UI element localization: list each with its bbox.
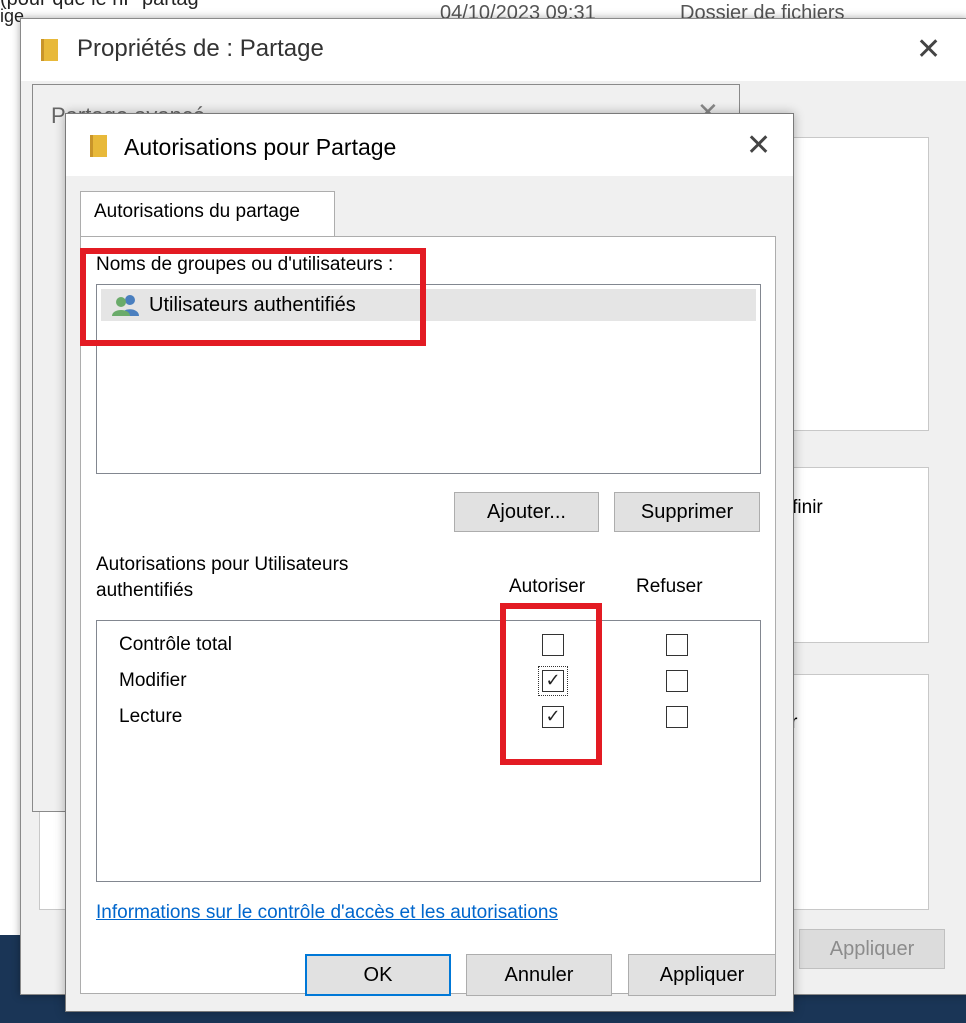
folder-icon	[90, 135, 107, 157]
folder-icon	[41, 39, 58, 61]
permissions-titlebar: Autorisations pour Partage ✕	[66, 114, 793, 176]
highlight-allow-annotation	[500, 603, 602, 765]
permission-name: Contrôle total	[119, 634, 233, 655]
permissions-for-label: authentifiés	[96, 580, 194, 601]
background-caption: (pour que le nP partag	[0, 0, 199, 11]
column-deny-header: Refuser	[636, 576, 703, 597]
access-control-info-link[interactable]: Informations sur le contrôle d'accès et …	[96, 902, 558, 924]
deny-checkbox[interactable]	[666, 670, 688, 692]
properties-titlebar: Propriétés de : Partage ✕	[21, 19, 966, 81]
add-button[interactable]: Ajouter...	[454, 492, 599, 532]
permission-name: Lecture	[119, 706, 183, 727]
permissions-for-label: Autorisations pour Utilisateurs	[96, 554, 349, 575]
tab-share-permissions[interactable]: Autorisations du partage	[80, 191, 335, 237]
deny-checkbox[interactable]	[666, 634, 688, 656]
close-icon[interactable]: ✕	[916, 35, 941, 65]
deny-checkbox[interactable]	[666, 706, 688, 728]
ok-button[interactable]: OK	[305, 954, 451, 996]
permissions-list: Contrôle total Modifier Lecture ✓ ✓	[96, 620, 761, 882]
highlight-users-annotation	[80, 248, 426, 346]
apply-button[interactable]: Appliquer	[628, 954, 776, 996]
properties-title: Propriétés de : Partage	[77, 35, 324, 62]
permissions-title: Autorisations pour Partage	[124, 134, 397, 160]
permission-name: Modifier	[119, 670, 187, 691]
column-allow-header: Autoriser	[509, 576, 586, 597]
close-icon[interactable]: ✕	[746, 131, 771, 161]
cancel-button[interactable]: Annuler	[466, 954, 612, 996]
properties-apply-button[interactable]: Appliquer	[799, 929, 945, 969]
remove-button[interactable]: Supprimer	[614, 492, 760, 532]
